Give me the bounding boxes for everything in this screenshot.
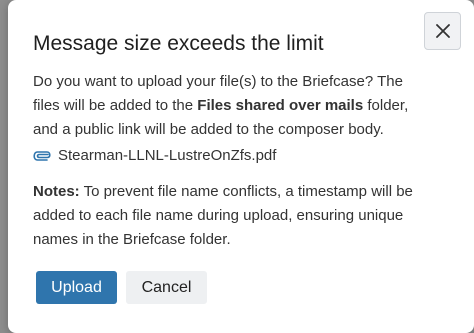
- dialog-title: Message size exceeds the limit: [33, 32, 324, 55]
- upload-button[interactable]: Upload: [36, 271, 117, 304]
- notes-text: Notes: To prevent file name conflicts, a…: [33, 180, 423, 252]
- attachment-item: Stearman-LLNL-LustreOnZfs.pdf: [33, 147, 276, 164]
- attachment-filename: Stearman-LLNL-LustreOnZfs.pdf: [58, 147, 277, 164]
- notes-body: To prevent file name conflicts, a timest…: [33, 183, 413, 248]
- dialog-message: Do you want to upload your file(s) to th…: [33, 70, 423, 142]
- close-icon: [435, 24, 450, 38]
- cancel-button[interactable]: Cancel: [126, 271, 207, 304]
- close-button[interactable]: [424, 12, 461, 50]
- upload-dialog: Message size exceeds the limit Do you wa…: [8, 0, 474, 333]
- notes-label: Notes:: [33, 183, 80, 200]
- paperclip-icon: [33, 149, 51, 163]
- folder-name: Files shared over mails: [197, 97, 364, 114]
